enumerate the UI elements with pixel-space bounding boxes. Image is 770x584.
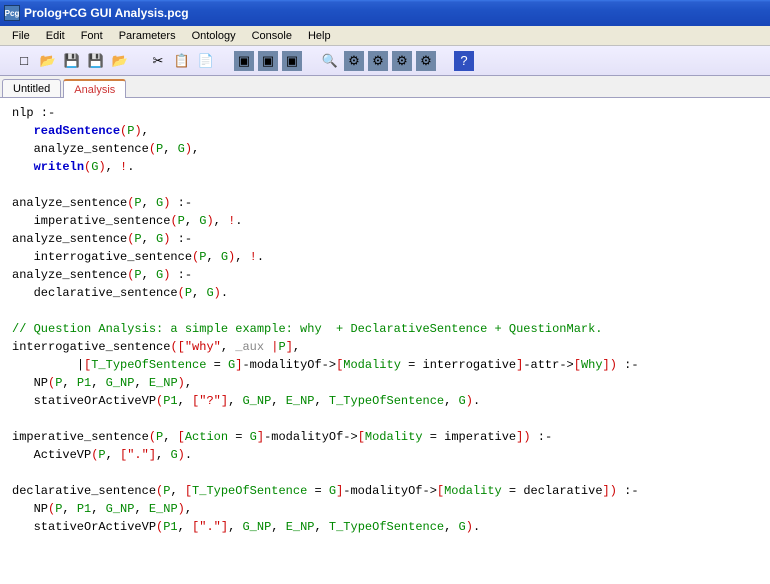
menu-parameters[interactable]: Parameters [111, 28, 184, 44]
run1-icon: ▣ [238, 53, 250, 69]
find-button[interactable]: 🔍 [320, 51, 340, 71]
save-button[interactable]: 💾 [62, 51, 82, 71]
menu-file[interactable]: File [4, 28, 38, 44]
code-line [12, 176, 758, 194]
window-title: Prolog+CG GUI Analysis.pcg [24, 6, 189, 20]
code-line: |[T_TypeOfSentence = G]-modalityOf->[Mod… [12, 356, 758, 374]
tool2-icon: ⚙ [372, 53, 384, 69]
run2-icon: ▣ [262, 53, 274, 69]
code-line [12, 410, 758, 428]
code-line: // Question Analysis: a simple example: … [12, 320, 758, 338]
menu-edit[interactable]: Edit [38, 28, 73, 44]
run3-button[interactable]: ▣ [282, 51, 302, 71]
code-line: imperative_sentence(P, [Action = G]-moda… [12, 428, 758, 446]
tool3-icon: ⚙ [396, 53, 408, 69]
paste-icon: 📄 [198, 53, 214, 69]
run3-icon: ▣ [286, 53, 298, 69]
new-button[interactable]: □ [14, 51, 34, 71]
code-line [12, 464, 758, 482]
menu-font[interactable]: Font [73, 28, 111, 44]
code-line: analyze_sentence(P, G) :- [12, 266, 758, 284]
code-line: readSentence(P), [12, 122, 758, 140]
tabbar: UntitledAnalysis [0, 76, 770, 98]
copy-icon: 📋 [174, 53, 190, 69]
paste-button[interactable]: 📄 [196, 51, 216, 71]
save-icon: 💾 [64, 53, 80, 69]
menu-console[interactable]: Console [244, 28, 300, 44]
help-button[interactable]: ? [454, 51, 474, 71]
open2-button[interactable]: 📂 [110, 51, 130, 71]
open-button[interactable]: 📂 [38, 51, 58, 71]
code-line: NP(P, P1, G_NP, E_NP), [12, 374, 758, 392]
tool1-icon: ⚙ [348, 53, 360, 69]
code-line: analyze_sentence(P, G) :- [12, 194, 758, 212]
code-line: analyze_sentence(P, G) :- [12, 230, 758, 248]
run2-button[interactable]: ▣ [258, 51, 278, 71]
code-line: analyze_sentence(P, G), [12, 140, 758, 158]
tool1-button[interactable]: ⚙ [344, 51, 364, 71]
cut-button[interactable]: ✂ [148, 51, 168, 71]
tab-untitled[interactable]: Untitled [2, 79, 61, 97]
copy-button[interactable]: 📋 [172, 51, 192, 71]
code-line: ActiveVP(P, ["."], G). [12, 446, 758, 464]
save-all-button[interactable]: 💾 [86, 51, 106, 71]
code-line [12, 302, 758, 320]
code-line: interrogative_sentence(P, G), !. [12, 248, 758, 266]
menu-help[interactable]: Help [300, 28, 339, 44]
cut-icon: ✂ [153, 53, 164, 69]
window-titlebar: Pcg Prolog+CG GUI Analysis.pcg [0, 0, 770, 26]
code-line: declarative_sentence(P, G). [12, 284, 758, 302]
code-line: imperative_sentence(P, G), !. [12, 212, 758, 230]
toolbar: □ 📂 💾 💾 📂 ✂ 📋 📄 ▣ ▣ ▣ 🔍 ⚙ ⚙ ⚙ ⚙? [0, 46, 770, 76]
tool2-button[interactable]: ⚙ [368, 51, 388, 71]
menubar: FileEditFontParametersOntologyConsoleHel… [0, 26, 770, 46]
code-line: interrogative_sentence(["why", _aux |P], [12, 338, 758, 356]
tab-analysis[interactable]: Analysis [63, 79, 126, 98]
code-editor[interactable]: nlp :- readSentence(P), analyze_sentence… [0, 98, 770, 584]
code-line: NP(P, P1, G_NP, E_NP), [12, 500, 758, 518]
new-icon: □ [20, 53, 28, 68]
run1-button[interactable]: ▣ [234, 51, 254, 71]
help-icon: ? [460, 53, 467, 68]
open-icon: 📂 [40, 53, 56, 69]
code-line: stativeOrActiveVP(P1, ["."], G_NP, E_NP,… [12, 518, 758, 536]
tool4-icon: ⚙ [420, 53, 432, 69]
code-line: stativeOrActiveVP(P1, ["?"], G_NP, E_NP,… [12, 392, 758, 410]
code-line: nlp :- [12, 104, 758, 122]
app-icon: Pcg [4, 5, 20, 21]
save-all-icon: 💾 [88, 53, 104, 69]
code-line: declarative_sentence(P, [T_TypeOfSentenc… [12, 482, 758, 500]
tool3-button[interactable]: ⚙ [392, 51, 412, 71]
code-line: writeln(G), !. [12, 158, 758, 176]
tool4-button[interactable]: ⚙ [416, 51, 436, 71]
menu-ontology[interactable]: Ontology [184, 28, 244, 44]
open2-icon: 📂 [112, 53, 128, 69]
find-icon: 🔍 [322, 53, 338, 69]
